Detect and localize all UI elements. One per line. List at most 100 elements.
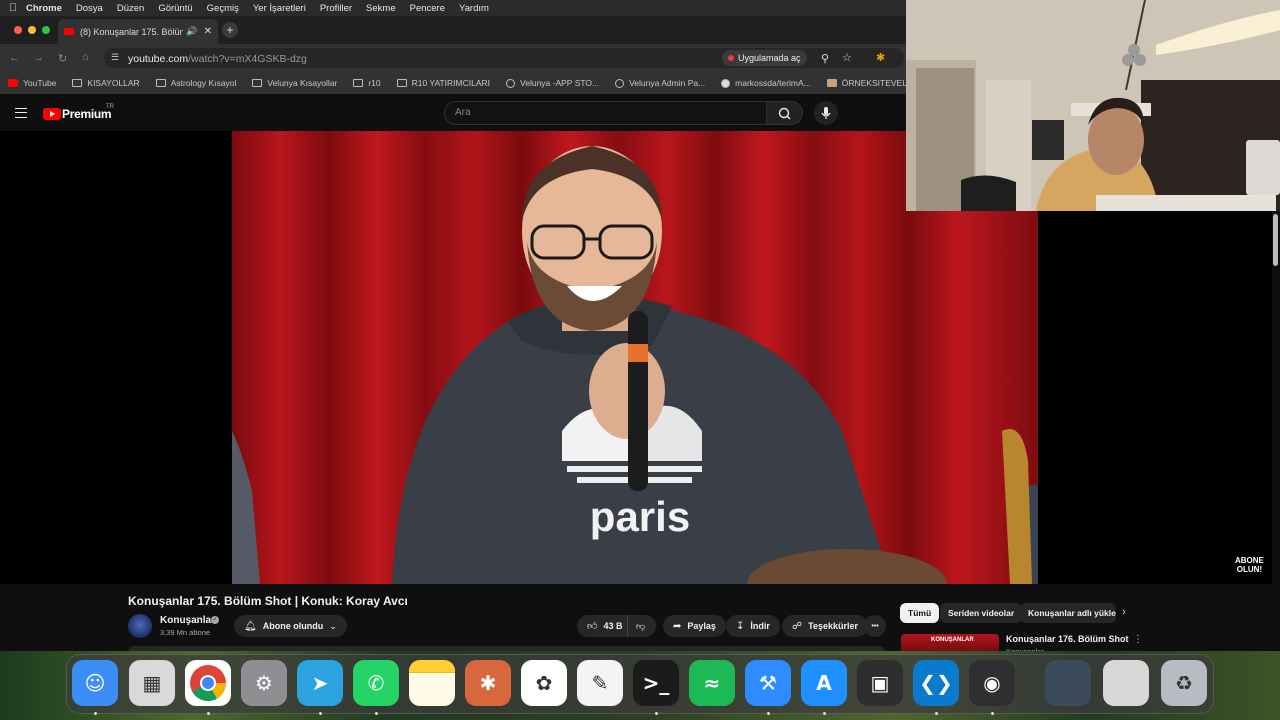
bookmark-velunya-app-store[interactable]: Velunya -APP STO... xyxy=(506,78,599,88)
overlay-line: ABONE xyxy=(1235,556,1264,565)
page-scrollbar-track[interactable] xyxy=(1272,211,1280,651)
apple-icon[interactable]:  xyxy=(0,2,26,14)
dock-downloads-stack-icon[interactable] xyxy=(1045,660,1091,706)
home-icon[interactable]: ⌂ xyxy=(82,51,89,63)
new-tab-button[interactable]: + xyxy=(222,22,238,38)
bookmark-label: Velunya -APP STO... xyxy=(520,78,600,88)
dock-obs-icon[interactable]: ◉ xyxy=(969,660,1015,706)
dock-spotify-icon[interactable]: ≈ xyxy=(689,660,735,706)
bookmark-velunya-admin[interactable]: Velunya Admin Pa... xyxy=(615,78,705,88)
bookmark-label: Astrology Kısayol xyxy=(170,78,237,88)
channel-avatar[interactable] xyxy=(128,614,152,638)
webcam-overlay[interactable] xyxy=(906,0,1280,211)
globe-icon xyxy=(615,78,625,88)
globe-icon xyxy=(506,78,516,88)
menu-item-view[interactable]: Görüntü xyxy=(158,3,192,14)
dock-running-indicator xyxy=(767,712,770,715)
recommended-title[interactable]: Konuşanlar 176. Bölüm Shot xyxy=(1006,634,1129,644)
minimize-window-button[interactable] xyxy=(28,26,36,34)
dock-terminal-icon[interactable]: >_ xyxy=(633,660,679,706)
dock-launchpad-icon[interactable]: ▦ xyxy=(129,660,175,706)
video-title: Konuşanlar 175. Bölüm Shot | Konuk: Kora… xyxy=(128,594,408,608)
menu-item-help[interactable]: Yardım xyxy=(459,3,489,14)
menu-item-window[interactable]: Pencere xyxy=(410,3,445,14)
dock-system-settings-icon[interactable]: ⚙ xyxy=(241,660,287,706)
chip-channel-uploads[interactable]: Konuşanlar adlı yükle xyxy=(1020,603,1116,623)
chevron-right-icon[interactable]: › xyxy=(1122,606,1126,618)
url-path: /watch?v=mX4GSKB-dzg xyxy=(188,53,307,65)
search-button[interactable] xyxy=(767,101,803,125)
download-button[interactable]: ↧ İndir xyxy=(726,615,780,637)
dock-trash-icon[interactable]: ♻ xyxy=(1161,660,1207,706)
page-scrollbar-thumb[interactable] xyxy=(1273,214,1278,266)
zoom-window-button[interactable] xyxy=(42,26,50,34)
youtube-logo-icon[interactable] xyxy=(43,108,61,120)
bookmark-folder-r10-yatirimcilari[interactable]: R10 YATIRIMCILARI xyxy=(396,78,490,88)
bookmark-youtube[interactable]: YouTube xyxy=(8,78,56,88)
close-tab-icon[interactable]: ✕ xyxy=(204,26,212,37)
forward-icon[interactable]: → xyxy=(33,52,44,64)
region-code: TR xyxy=(106,104,114,110)
menu-item-profiles[interactable]: Profiller xyxy=(320,3,352,14)
thumbs-down-icon: 👎︎ xyxy=(636,620,646,631)
subscribed-button[interactable]: 🔔︎ Abone olundu ⌄ xyxy=(234,615,347,637)
app-dot-icon xyxy=(728,55,734,61)
thanks-button[interactable]: ☍ Teşekkürler xyxy=(782,615,869,637)
dock-documents-stack-icon[interactable] xyxy=(1103,660,1149,706)
site-info-icon[interactable]: ☰ xyxy=(111,52,119,63)
dock-telegram-icon[interactable]: ➤ xyxy=(297,660,343,706)
close-window-button[interactable] xyxy=(14,26,22,34)
reload-icon[interactable]: ↻ xyxy=(58,52,67,65)
dock-vscode-icon[interactable]: ❮❯ xyxy=(913,660,959,706)
chip-all[interactable]: Tümü xyxy=(900,603,940,623)
dock-android-tool-icon[interactable]: ▣ xyxy=(857,660,903,706)
menu-item-tab[interactable]: Sekme xyxy=(366,3,396,14)
share-label: Paylaş xyxy=(687,621,716,631)
menu-icon[interactable] xyxy=(15,108,27,118)
search-input[interactable] xyxy=(444,101,767,125)
dock-chatgpt-icon[interactable]: ✿ xyxy=(521,660,567,706)
more-actions-button[interactable]: ••• xyxy=(864,615,886,637)
bookmark-folder-kisayollar[interactable]: KISAYOLLAR xyxy=(72,78,140,88)
open-in-app-button[interactable]: Uygulamada aç xyxy=(722,50,807,66)
dock-chrome-icon[interactable] xyxy=(185,660,231,706)
bookmark-github[interactable]: markossda/terimA... xyxy=(721,78,811,88)
bookmark-folder-astrology[interactable]: Astrology Kısayol xyxy=(155,78,237,88)
overlay-line: OLUN! xyxy=(1236,565,1263,574)
menu-item-file[interactable]: Dosya xyxy=(76,3,103,14)
voice-search-button[interactable] xyxy=(814,101,838,125)
dock-textedit-icon[interactable]: ✎ xyxy=(577,660,623,706)
menu-item-history[interactable]: Geçmiş xyxy=(207,3,239,14)
youtube-favicon-icon xyxy=(64,28,74,35)
speaker-icon[interactable]: 🔊 xyxy=(186,26,197,37)
dock-whatsapp-icon[interactable]: ✆ xyxy=(353,660,399,706)
zoom-search-icon[interactable]: ⚲ xyxy=(821,52,829,65)
extension-icon[interactable]: ✱ xyxy=(876,51,885,64)
dock-running-indicator xyxy=(94,712,97,715)
more-icon: ••• xyxy=(871,622,879,630)
premium-logo-text[interactable]: Premium xyxy=(62,107,112,121)
channel-name[interactable]: Konuşanlar xyxy=(160,615,215,626)
like-button[interactable]: 👍︎ 43 B xyxy=(577,615,627,637)
url-text[interactable]: youtube.com/watch?v=mX4GSKB-dzg xyxy=(128,53,307,65)
dock-xcode-icon[interactable]: ⚒ xyxy=(745,660,791,706)
dock-notes-icon[interactable] xyxy=(409,660,455,706)
menu-item-edit[interactable]: Düzen xyxy=(117,3,144,14)
dock-claude-icon[interactable]: ✱ xyxy=(465,660,511,706)
back-icon[interactable]: ← xyxy=(9,52,20,64)
chip-series[interactable]: Seriden videolar xyxy=(940,603,1023,623)
bookmark-label: YouTube xyxy=(23,78,57,88)
recommended-menu-icon[interactable]: ⋮ xyxy=(1133,634,1143,645)
menu-item-chrome[interactable]: Chrome xyxy=(26,3,62,14)
dock-app-store-icon[interactable]: A xyxy=(801,660,847,706)
dislike-button[interactable]: 👎︎ xyxy=(627,615,656,637)
bookmark-star-icon[interactable]: ☆ xyxy=(842,51,852,64)
youtube-icon xyxy=(8,79,18,87)
github-icon xyxy=(721,78,731,88)
share-button[interactable]: ➦ Paylaş xyxy=(663,615,726,637)
bookmark-folder-r10[interactable]: r10 xyxy=(353,78,381,88)
browser-tab[interactable]: (8) Konuşanlar 175. Bölüm 🔊 ✕ xyxy=(58,19,218,44)
menu-item-bookmarks[interactable]: Yer İşaretleri xyxy=(253,3,306,14)
bookmark-folder-velunya[interactable]: Velunya Kısayollar xyxy=(252,78,337,88)
dock-finder-icon[interactable]: ☺ xyxy=(72,660,118,706)
